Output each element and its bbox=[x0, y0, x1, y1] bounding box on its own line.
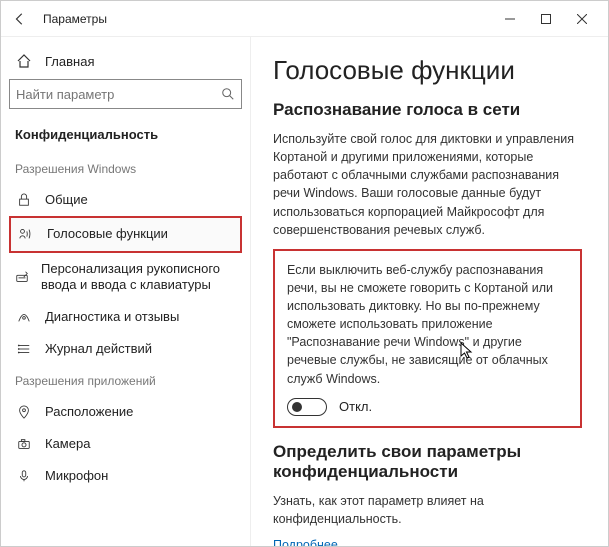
sidebar-item-home[interactable]: Главная bbox=[9, 47, 242, 79]
sidebar: Главная Конфиденциальность Разрешения Wi… bbox=[1, 37, 251, 546]
minimize-icon bbox=[505, 14, 515, 24]
location-icon bbox=[15, 405, 33, 419]
maximize-icon bbox=[541, 14, 551, 24]
search-box[interactable] bbox=[9, 79, 242, 109]
camera-icon bbox=[15, 437, 33, 451]
toggle-state-label: Откл. bbox=[339, 399, 372, 414]
window-title: Параметры bbox=[43, 12, 492, 26]
content-pane: Голосовые функции Распознавание голоса в… bbox=[251, 37, 608, 546]
microphone-icon bbox=[15, 469, 33, 483]
sidebar-item-voice[interactable]: Голосовые функции bbox=[9, 216, 242, 252]
body-text: Узнать, как этот параметр влияет на конф… bbox=[273, 492, 582, 528]
sidebar-section-title: Конфиденциальность bbox=[9, 123, 242, 154]
link-learn-more[interactable]: Подробнее bbox=[273, 538, 582, 546]
sidebar-item-label: Главная bbox=[45, 54, 94, 69]
sidebar-item-location[interactable]: Расположение bbox=[9, 396, 242, 428]
lock-icon bbox=[15, 193, 33, 207]
minimize-button[interactable] bbox=[492, 5, 528, 33]
sidebar-item-ink[interactable]: Персонализация рукописного ввода и ввода… bbox=[9, 253, 242, 302]
highlight-box: Если выключить веб-службу распознавания … bbox=[273, 249, 582, 428]
body-text: Если выключить веб-службу распознавания … bbox=[287, 261, 568, 388]
close-button[interactable] bbox=[564, 5, 600, 33]
home-icon bbox=[15, 53, 33, 69]
sidebar-item-history[interactable]: Журнал действий bbox=[9, 333, 242, 365]
sidebar-item-general[interactable]: Общие bbox=[9, 184, 242, 216]
history-icon bbox=[15, 342, 33, 356]
sidebar-item-label: Микрофон bbox=[45, 468, 108, 484]
sidebar-item-diagnostics[interactable]: Диагностика и отзывы bbox=[9, 301, 242, 333]
sidebar-item-label: Голосовые функции bbox=[47, 226, 168, 242]
body-text: Используйте свой голос для диктовки и уп… bbox=[273, 130, 582, 239]
sidebar-item-label: Камера bbox=[45, 436, 90, 452]
group-label: Разрешения приложений bbox=[9, 366, 242, 396]
sidebar-item-camera[interactable]: Камера bbox=[9, 428, 242, 460]
sidebar-item-label: Диагностика и отзывы bbox=[45, 309, 179, 325]
sidebar-item-label: Персонализация рукописного ввода и ввода… bbox=[41, 261, 236, 294]
section-heading: Распознавание голоса в сети bbox=[273, 100, 582, 120]
sidebar-item-label: Общие bbox=[45, 192, 88, 208]
maximize-button[interactable] bbox=[528, 5, 564, 33]
close-icon bbox=[577, 14, 587, 24]
section-heading: Определить свои параметры конфиденциальн… bbox=[273, 442, 582, 482]
voice-icon bbox=[17, 227, 35, 241]
search-input[interactable] bbox=[16, 87, 221, 102]
page-title: Голосовые функции bbox=[273, 55, 582, 86]
search-icon bbox=[221, 87, 235, 101]
ink-icon bbox=[15, 270, 29, 284]
online-speech-toggle[interactable] bbox=[287, 398, 327, 416]
sidebar-item-label: Расположение bbox=[45, 404, 133, 420]
sidebar-item-microphone[interactable]: Микрофон bbox=[9, 460, 242, 492]
diagnostics-icon bbox=[15, 310, 33, 324]
back-button[interactable] bbox=[9, 12, 31, 26]
arrow-left-icon bbox=[13, 12, 27, 26]
toggle-knob bbox=[292, 402, 302, 412]
group-label: Разрешения Windows bbox=[9, 154, 242, 184]
sidebar-item-label: Журнал действий bbox=[45, 341, 152, 357]
